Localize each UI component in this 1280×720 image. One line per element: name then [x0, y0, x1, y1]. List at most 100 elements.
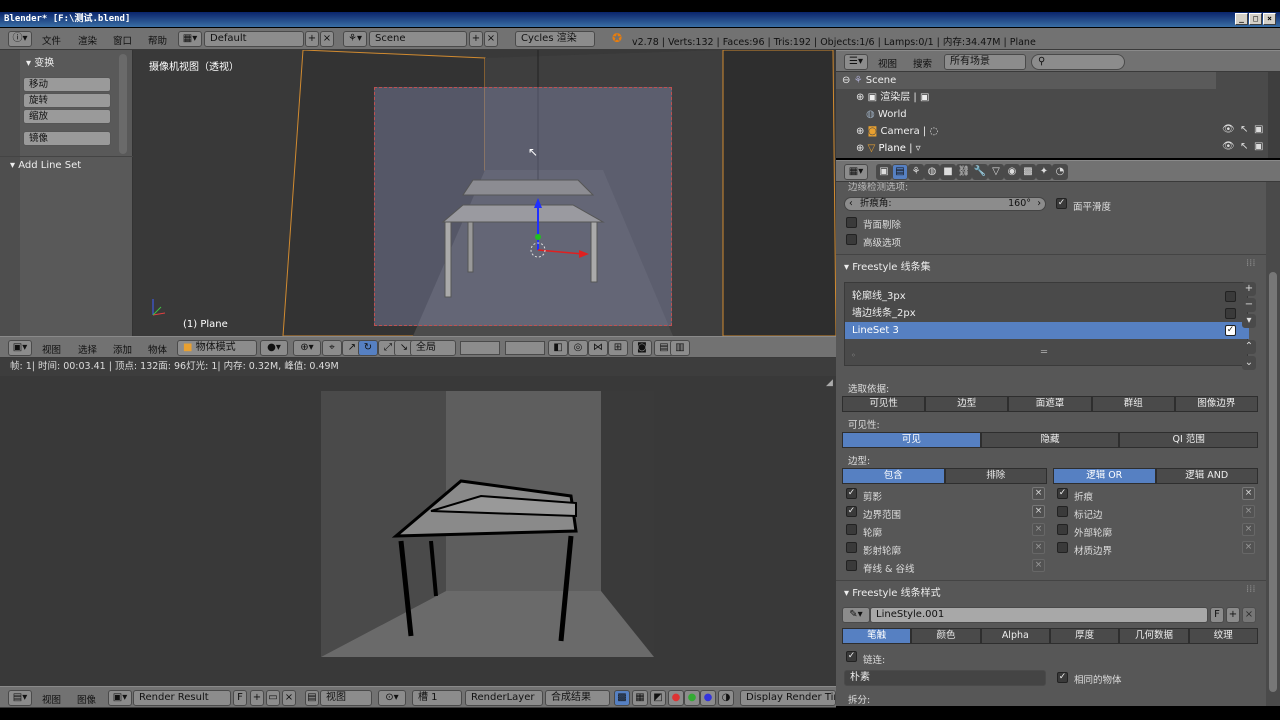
add-line-set-panel[interactable]: ▾ Add Line Set — [10, 160, 81, 171]
lineset-menu-icon[interactable]: ▾ — [1242, 314, 1256, 328]
lineset-item-1[interactable]: 轮廓线_3px — [845, 288, 1249, 305]
select-by-face-marks-tab[interactable]: 面遮罩 — [1008, 396, 1092, 412]
outliner-menu-view[interactable]: 视图 — [878, 56, 897, 70]
remove-screen-icon[interactable]: × — [320, 31, 334, 47]
decrement-icon[interactable]: ‹ — [849, 198, 853, 209]
scene-tab-icon[interactable]: ⚘ — [908, 164, 924, 180]
linestyle-texture-tab[interactable]: 纹理 — [1188, 628, 1258, 644]
menu-render[interactable]: 渲染 — [78, 33, 97, 47]
external-contour-exclude-icon[interactable]: × — [1242, 523, 1255, 536]
edge-mark-checkbox[interactable] — [1057, 506, 1068, 517]
layer-buttons-a[interactable] — [460, 341, 500, 355]
alpha-icon[interactable]: ▩ — [614, 690, 630, 706]
rotate-button[interactable]: 旋转 — [23, 93, 111, 108]
selectability-cursor-icon[interactable]: ↖ — [1240, 141, 1248, 152]
z-buffer-icon[interactable]: ◩ — [650, 690, 666, 706]
new-image-icon[interactable]: + — [250, 690, 264, 706]
contour-exclude-icon[interactable]: × — [1032, 523, 1045, 536]
image-browse-icon[interactable]: ▣▾ — [108, 690, 132, 706]
rotate-manipulator-icon[interactable]: ↻ — [358, 340, 378, 356]
display-mode-icon[interactable]: ◑ — [718, 690, 734, 706]
linestyle-thickness-tab[interactable]: 厚度 — [1049, 628, 1120, 644]
material-boundary-exclude-icon[interactable]: × — [1242, 541, 1255, 554]
render-layers-tab-icon[interactable]: ▤ — [892, 164, 908, 180]
expand-icon[interactable]: ⊕ — [856, 92, 864, 103]
include-tab[interactable]: 包含 — [842, 468, 945, 484]
menu-image[interactable]: 图像 — [77, 692, 96, 706]
object-tab-icon[interactable]: ■ — [940, 164, 956, 180]
minimize-icon[interactable]: _ — [1235, 13, 1248, 25]
data-tab-icon[interactable]: ▽ — [988, 164, 1004, 180]
transform-gizmo[interactable] — [513, 190, 593, 270]
outliner-row-plane[interactable]: ⊕ ▽ Plane | ▿ — [856, 140, 1236, 157]
view-select[interactable]: 视图 — [320, 690, 372, 706]
lock-layers-icon[interactable]: ◧ — [548, 340, 568, 356]
linestyle-section-header[interactable]: ▾ Freestyle 线条样式 — [844, 584, 941, 599]
ridge-valley-checkbox[interactable] — [846, 560, 857, 571]
crease-exclude-icon[interactable]: × — [1242, 487, 1255, 500]
menu-select[interactable]: 选择 — [78, 342, 97, 356]
lineset-enable-checkbox[interactable] — [1225, 291, 1236, 302]
move-up-icon[interactable]: ⌃ — [1242, 340, 1256, 354]
opengl-render-icon[interactable]: ◙ — [632, 340, 652, 356]
lineset-list[interactable]: 轮廓线_3px 墙边线条_2px LineSet 3 ✓ ◦ ═ — [844, 282, 1249, 366]
properties-scrollbar[interactable] — [1266, 182, 1280, 706]
logic-or-tab[interactable]: 逻辑 OR — [1053, 468, 1156, 484]
area-corner-icon[interactable]: ◢ — [826, 378, 833, 388]
outliner-row-renderlayers[interactable]: ⊕ ▣ 渲染层 | ▣ — [856, 89, 1236, 106]
menu-view[interactable]: 视图 — [42, 342, 61, 356]
move-down-icon[interactable]: ⌄ — [1242, 356, 1256, 370]
channel-b-icon[interactable]: ● — [700, 690, 716, 706]
viewport-shading-icon[interactable]: ●▾ — [260, 340, 288, 356]
collapse-icon[interactable]: ⊖ — [842, 75, 850, 86]
render-pass-select[interactable]: 合成结果 — [545, 690, 610, 706]
remove-lineset-icon[interactable]: − — [1242, 298, 1256, 312]
exclude-tab[interactable]: 排除 — [944, 468, 1047, 484]
drag-handle-icon[interactable]: ⁞⁞⁞ — [1246, 584, 1256, 595]
lineset-item-3[interactable]: LineSet 3 ✓ — [845, 322, 1249, 339]
menu-object[interactable]: 物体 — [148, 342, 167, 356]
snap-icon[interactable]: ⋈ — [588, 340, 608, 356]
visibility-hidden-tab[interactable]: 隐藏 — [980, 432, 1120, 448]
select-by-image-border-tab[interactable]: 图像边界 — [1174, 396, 1259, 412]
drag-handle-icon[interactable]: ⁞⁞⁞ — [1246, 258, 1256, 269]
logic-and-tab[interactable]: 逻辑 AND — [1155, 468, 1258, 484]
physics-tab-icon[interactable]: ◔ — [1052, 164, 1068, 180]
ridge-valley-exclude-icon[interactable]: × — [1032, 559, 1045, 572]
texture-tab-icon[interactable]: ▩ — [1020, 164, 1036, 180]
suggestive-contour-checkbox[interactable] — [846, 542, 857, 553]
properties-scrollbar-thumb[interactable] — [1269, 272, 1277, 692]
proportional-edit-icon[interactable]: ◎ — [568, 340, 588, 356]
selectability-cursor-icon[interactable]: ↖ — [1240, 124, 1248, 135]
editor-type-properties-icon[interactable]: ▦▾ — [844, 164, 868, 180]
menu-image-view[interactable]: 视图 — [42, 692, 61, 706]
lineset-enable-checkbox[interactable] — [1225, 308, 1236, 319]
select-by-collection-tab[interactable]: 群组 — [1091, 396, 1175, 412]
editor-type-info-icon[interactable]: ⓘ▾ — [8, 31, 32, 47]
anim-render-icon[interactable]: ▥ — [670, 340, 690, 356]
border-exclude-icon[interactable]: × — [1032, 505, 1045, 518]
expand-icon[interactable]: ⊕ — [856, 126, 864, 137]
material-boundary-checkbox[interactable] — [1057, 542, 1068, 553]
crease-angle-field[interactable]: ‹ 折痕角: 160° › — [844, 197, 1046, 211]
linestyle-fake-user-button[interactable]: F — [1210, 607, 1224, 623]
menu-window[interactable]: 窗口 — [113, 33, 132, 47]
linestyle-strokes-tab[interactable]: 笔触 — [842, 628, 912, 644]
channel-g-icon[interactable]: ● — [684, 690, 700, 706]
unlink-image-icon[interactable]: × — [282, 690, 296, 706]
linestyle-color-tab[interactable]: 颜色 — [911, 628, 981, 644]
render-layer-select[interactable]: RenderLayer — [465, 690, 543, 706]
lineset-enable-checkbox[interactable]: ✓ — [1225, 325, 1236, 336]
select-by-visibility-tab[interactable]: 可见性 — [842, 396, 926, 412]
menu-help[interactable]: 帮助 — [148, 33, 167, 47]
linestyle-name-field[interactable]: LineStyle.001 — [870, 607, 1208, 623]
mirror-button[interactable]: 镜像 — [23, 131, 111, 146]
linestyle-alpha-tab[interactable]: Alpha — [980, 628, 1050, 644]
visibility-qi-range-tab[interactable]: QI 范围 — [1119, 432, 1259, 448]
face-smooth-checkbox[interactable]: ✓ — [1056, 198, 1067, 209]
edge-mark-exclude-icon[interactable]: × — [1242, 505, 1255, 518]
mode-select[interactable]: ■ 物体模式 — [177, 340, 257, 356]
close-icon[interactable]: × — [1263, 13, 1276, 25]
constraints-tab-icon[interactable]: ⛓ — [956, 164, 972, 180]
outliner-scrollbar[interactable] — [1268, 72, 1280, 158]
